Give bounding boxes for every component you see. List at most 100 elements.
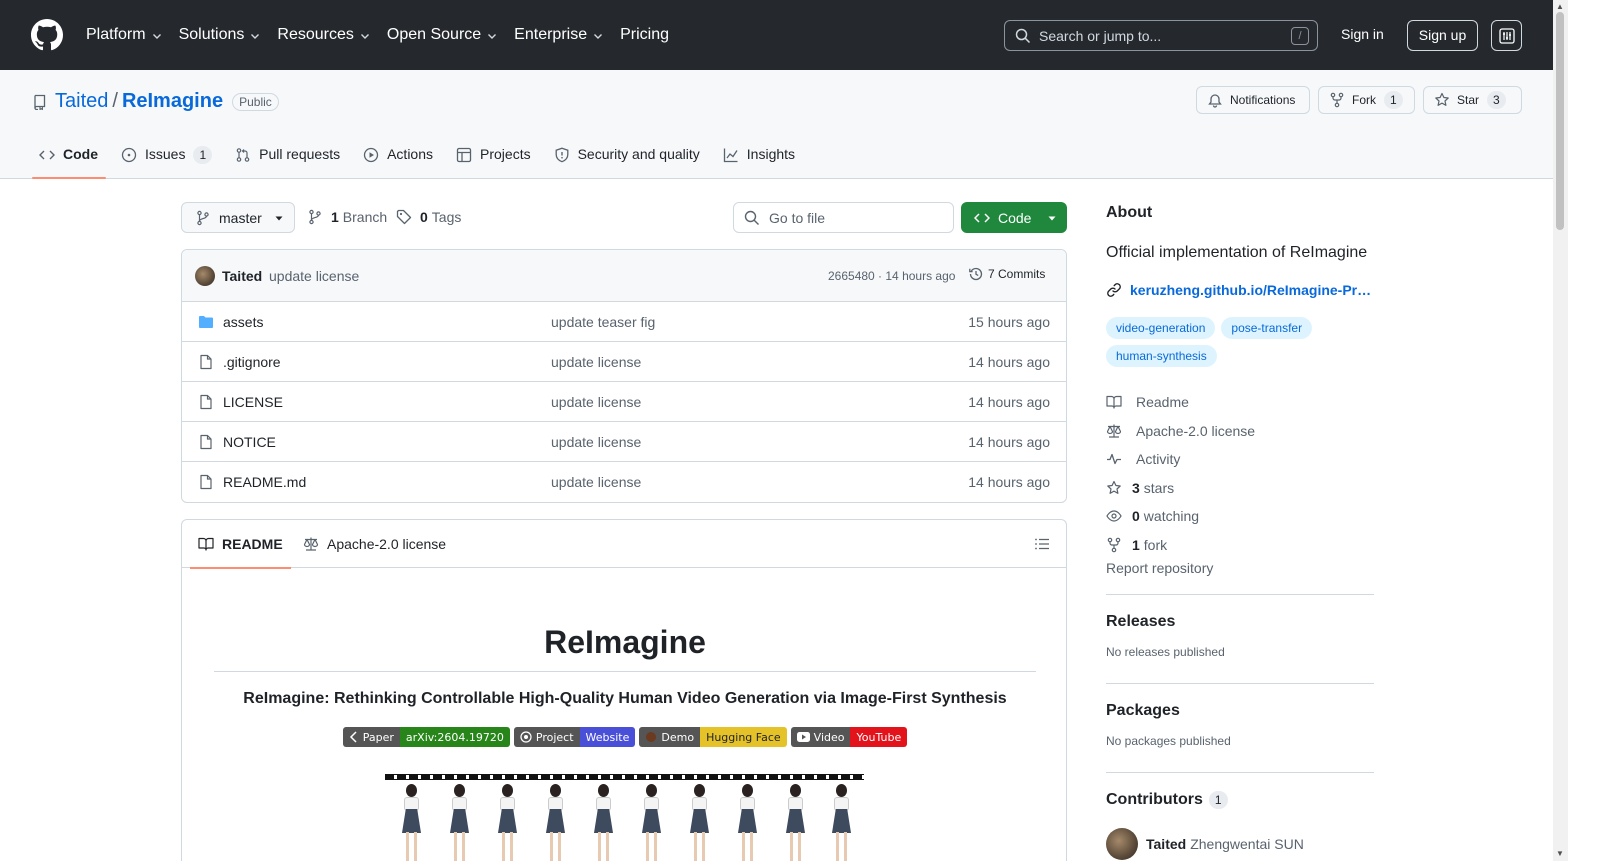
scrollbar-thumb[interactable] (1556, 12, 1564, 230)
tab-license[interactable]: Apache-2.0 license (303, 520, 446, 568)
project-badge[interactable]: Project Website (513, 727, 636, 747)
contributor-item[interactable]: Taited Zhengwentai SUN (1106, 828, 1304, 860)
file-commit-message[interactable]: update license (551, 474, 641, 490)
commit-message-link[interactable]: update license (269, 268, 359, 284)
readme-panel: README Apache-2.0 license ReImagine ReIm… (181, 519, 1067, 861)
readme-link[interactable]: Readme (1106, 388, 1255, 417)
fork-icon (1330, 92, 1344, 108)
commits-history-link[interactable]: 7 Commits (968, 266, 1045, 282)
code-icon (974, 212, 990, 223)
star-button[interactable]: Star 3 (1423, 86, 1522, 114)
packages-heading[interactable]: Packages (1106, 702, 1231, 720)
file-commit-time: 14 hours ago (968, 394, 1050, 410)
contributors-heading[interactable]: Contributors 1 (1106, 791, 1228, 809)
notifications-button[interactable]: Notifications (1196, 86, 1310, 114)
stars-link[interactable]: 3 stars (1106, 474, 1255, 503)
tab-pull-requests[interactable]: Pull requests (228, 140, 348, 179)
sign-up-button[interactable]: Sign up (1407, 20, 1478, 51)
latest-commit-row: Taited update license 2665480 · 14 hours… (182, 250, 1066, 302)
branch-selector[interactable]: master (181, 202, 295, 233)
repo-separator: / (112, 90, 118, 112)
teaser-frame (589, 784, 617, 861)
topic-tag[interactable]: pose-transfer (1221, 317, 1313, 339)
sign-in-link[interactable]: Sign in (1341, 26, 1384, 42)
tab-actions[interactable]: Actions (356, 140, 441, 179)
nav-resources[interactable]: Resources (277, 26, 370, 44)
github-logo-icon[interactable] (31, 19, 63, 51)
hugging-face-icon (646, 732, 657, 742)
watchers-link[interactable]: 0 watching (1106, 502, 1255, 531)
issue-opened-icon (121, 147, 137, 163)
table-row[interactable]: NOTICE update license 14 hours ago (182, 422, 1066, 462)
packages-empty: No packages published (1106, 734, 1231, 748)
file-commit-message[interactable]: update license (551, 394, 641, 410)
search-input[interactable]: Search or jump to... / (1004, 20, 1318, 51)
table-row[interactable]: LICENSE update license 14 hours ago (182, 382, 1066, 422)
repo-name-link[interactable]: ReImagine (122, 90, 223, 113)
nav-enterprise[interactable]: Enterprise (514, 26, 604, 44)
file-commit-message[interactable]: update license (551, 354, 641, 370)
report-repository-link[interactable]: Report repository (1106, 560, 1213, 576)
nav-solutions[interactable]: Solutions (179, 26, 262, 44)
sidebar-divider (1106, 594, 1374, 595)
file-icon (200, 354, 212, 370)
git-pull-request-icon (236, 148, 250, 162)
file-name-link[interactable]: .gitignore (223, 354, 281, 370)
list-unordered-icon[interactable] (1034, 536, 1050, 552)
sidebar-divider (1106, 683, 1374, 684)
file-commit-message[interactable]: update license (551, 434, 641, 450)
file-commit-message[interactable]: update teaser fig (551, 314, 655, 330)
repo-website-link[interactable]: keruzheng.github.io/ReImagine-Pr… (1106, 282, 1371, 298)
tab-projects[interactable]: Projects (449, 140, 539, 179)
topic-tag[interactable]: human-synthesis (1106, 345, 1217, 367)
table-row[interactable]: README.md update license 14 hours ago (182, 462, 1066, 502)
go-to-file-input[interactable]: Go to file (733, 202, 954, 233)
scroll-up-arrow-icon[interactable]: ▲ (1555, 2, 1565, 12)
nav-platform[interactable]: Platform (86, 26, 163, 44)
nav-pricing[interactable]: Pricing (620, 26, 669, 44)
file-commit-time: 14 hours ago (968, 474, 1050, 490)
tab-security[interactable]: Security and quality (547, 140, 708, 179)
repo-owner-link[interactable]: Taited (55, 90, 108, 113)
video-badge[interactable]: Video YouTube (790, 727, 908, 747)
global-menu-button[interactable] (1491, 20, 1522, 51)
forks-link[interactable]: 1 fork (1106, 531, 1255, 560)
license-link[interactable]: Apache-2.0 license (1106, 417, 1255, 446)
table-icon (456, 147, 472, 163)
nav-open-source[interactable]: Open Source (387, 26, 498, 44)
tags-link[interactable]: 0 Tags (396, 209, 461, 225)
table-row[interactable]: assets update teaser fig 15 hours ago (182, 302, 1066, 342)
paper-badge[interactable]: Paper arXiv:2604.19720 (342, 727, 510, 747)
book-icon (1106, 396, 1122, 409)
topic-tag[interactable]: video-generation (1106, 317, 1216, 339)
file-icon (200, 474, 212, 490)
activity-link[interactable]: Activity (1106, 445, 1255, 474)
tab-insights[interactable]: Insights (716, 140, 803, 179)
tab-code[interactable]: Code (32, 140, 106, 179)
youtube-icon (796, 732, 810, 742)
file-name-link[interactable]: NOTICE (223, 434, 276, 450)
avatar[interactable] (1106, 828, 1138, 860)
file-name-link[interactable]: README.md (223, 474, 306, 490)
table-row[interactable]: .gitignore update license 14 hours ago (182, 342, 1066, 382)
triangle-down-icon (275, 216, 283, 220)
fork-button[interactable]: Fork 1 (1318, 86, 1415, 114)
commit-meta[interactable]: 2665480 · 14 hours ago (828, 269, 955, 283)
file-name-link[interactable]: assets (223, 314, 263, 330)
issues-count: 1 (193, 146, 213, 164)
file-icon (200, 434, 212, 450)
avatar[interactable] (195, 266, 215, 286)
commit-author-link[interactable]: Taited (222, 268, 262, 284)
git-branch-icon (197, 210, 209, 225)
demo-badge[interactable]: Demo Hugging Face (639, 727, 787, 747)
scroll-down-arrow-icon[interactable]: ▼ (1555, 849, 1565, 859)
contributor-login[interactable]: Taited (1146, 836, 1186, 852)
releases-heading[interactable]: Releases (1106, 613, 1225, 631)
chevron-down-icon (594, 34, 603, 39)
file-name-link[interactable]: LICENSE (223, 394, 283, 410)
tab-readme[interactable]: README (190, 520, 291, 569)
branches-link[interactable]: 1 Branch (307, 209, 387, 225)
tab-issues[interactable]: Issues 1 (114, 140, 220, 179)
code-download-button[interactable]: Code (961, 202, 1067, 233)
star-icon (1435, 92, 1449, 106)
